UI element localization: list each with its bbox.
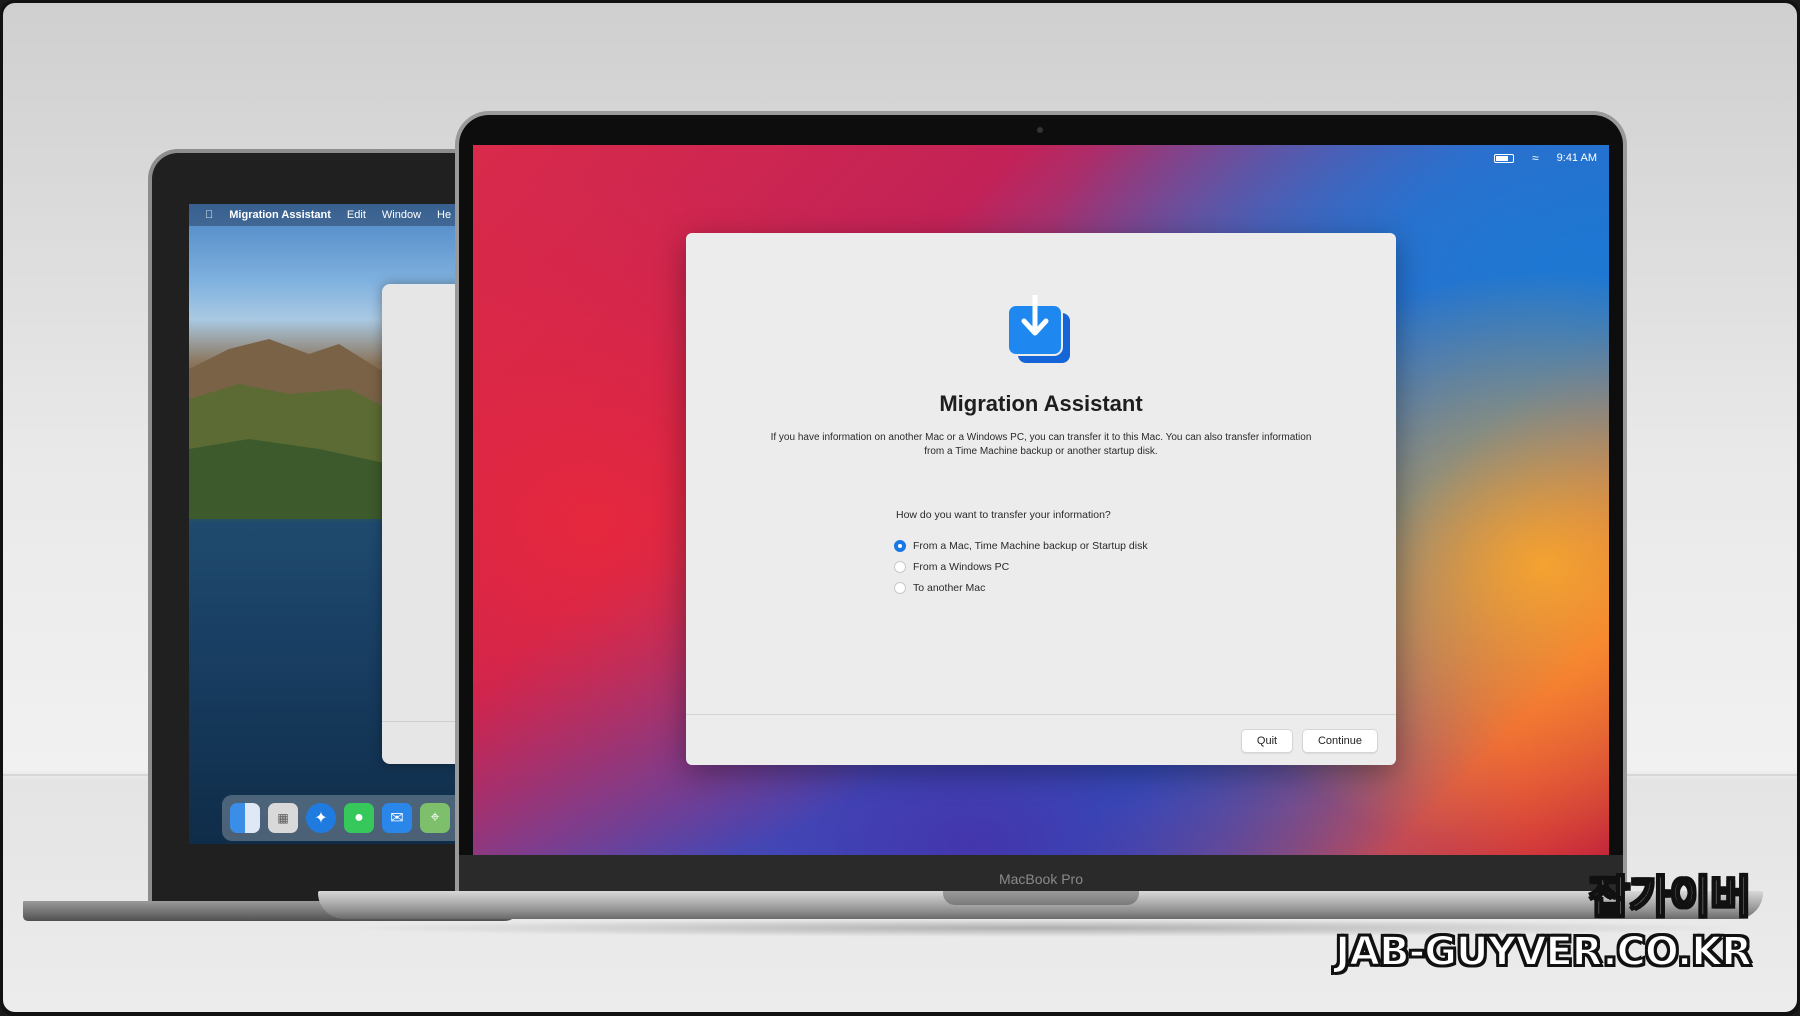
model-label: MacBook Pro — [998, 871, 1084, 887]
migration-assistant-dialog: Migration Assistant If you have informat… — [686, 233, 1396, 765]
back-menubar:  Migration Assistant Edit Window He — [189, 204, 489, 226]
front-laptop-screen: ≈ 9:41 AM Migration Assistant If you hav… — [473, 145, 1609, 855]
mail-icon[interactable]: ✉ — [382, 803, 412, 833]
radio-to-another-mac[interactable] — [894, 582, 906, 594]
menubar-clock[interactable]: 9:41 AM — [1557, 152, 1597, 164]
launchpad-icon[interactable]: ▦ — [268, 803, 298, 833]
apple-logo-icon[interactable]:  — [205, 209, 213, 221]
watermark-site: JAB-GUYVER.CO.KR — [1334, 928, 1753, 976]
camera-icon — [1037, 127, 1043, 133]
dialog-description: If you have information on another Mac o… — [770, 432, 1312, 457]
product-scene:  Migration Assistant Edit Window He ▦ ✦… — [3, 3, 1797, 1012]
option-label: From a Windows PC — [913, 561, 1010, 573]
menubar-item-edit[interactable]: Edit — [347, 209, 366, 221]
battery-icon[interactable] — [1494, 153, 1515, 163]
menubar-app-name[interactable]: Migration Assistant — [229, 209, 331, 221]
lid-opening-notch — [943, 891, 1139, 905]
option-from-windows[interactable]: From a Windows PC — [894, 560, 1148, 574]
status-menu: ≈ 9:41 AM — [1494, 151, 1597, 165]
transfer-question: How do you want to transfer your informa… — [896, 509, 1111, 521]
option-label: To another Mac — [913, 582, 986, 594]
option-from-mac[interactable]: From a Mac, Time Machine backup or Start… — [894, 539, 1148, 553]
watermark-korean: 잡가이버 — [1588, 871, 1752, 924]
finder-icon[interactable] — [230, 803, 260, 833]
option-to-another-mac[interactable]: To another Mac — [894, 581, 1148, 595]
safari-icon[interactable]: ✦ — [306, 803, 336, 833]
option-label: From a Mac, Time Machine backup or Start… — [913, 540, 1148, 552]
radio-from-mac[interactable] — [894, 540, 906, 552]
back-laptop-screen:  Migration Assistant Edit Window He ▦ ✦… — [189, 204, 489, 844]
dialog-footer-divider — [686, 714, 1396, 715]
maps-icon[interactable]: ⌖ — [420, 803, 450, 833]
menubar-item-window[interactable]: Window — [382, 209, 421, 221]
menubar-item-help[interactable]: He — [437, 209, 451, 221]
radio-from-windows[interactable] — [894, 561, 906, 573]
migration-assistant-icon — [1007, 295, 1070, 363]
continue-button[interactable]: Continue — [1302, 729, 1378, 753]
wifi-icon[interactable]: ≈ — [1532, 151, 1539, 165]
messages-icon[interactable]: ● — [344, 803, 374, 833]
quit-button[interactable]: Quit — [1241, 729, 1293, 753]
transfer-options: From a Mac, Time Machine backup or Start… — [894, 539, 1148, 595]
dialog-title: Migration Assistant — [939, 391, 1143, 416]
image-frame:  Migration Assistant Edit Window He ▦ ✦… — [0, 0, 1800, 1016]
dock: ▦ ✦ ● ✉ ⌖ — [222, 795, 489, 841]
